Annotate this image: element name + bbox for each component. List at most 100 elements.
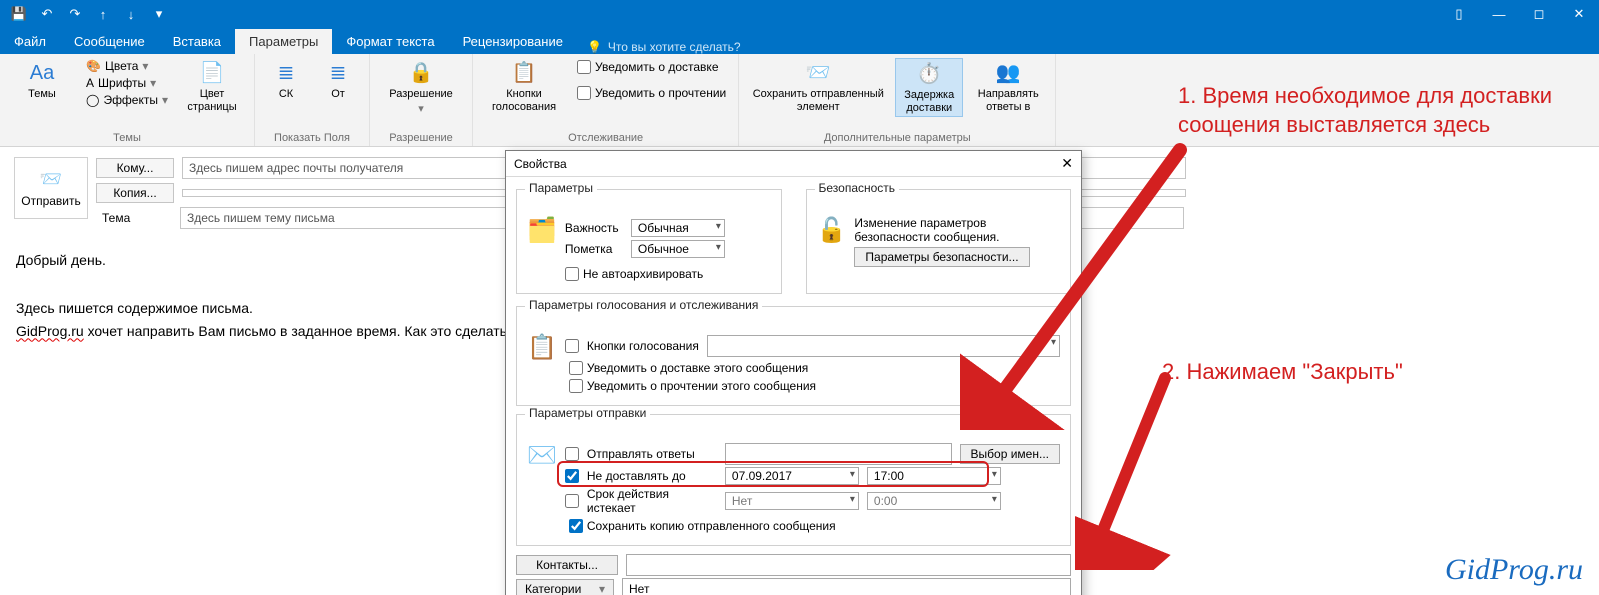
categories-button[interactable]: Категории▾ xyxy=(516,579,614,595)
theme-fonts[interactable]: AШрифты ▾ xyxy=(82,75,172,91)
fieldset-params: Параметры 🗂️ ВажностьОбычная ПометкаОбыч… xyxy=(516,189,782,294)
tab-format[interactable]: Формат текста xyxy=(332,29,448,54)
ribbon-tabs: Файл Сообщение Вставка Параметры Формат … xyxy=(0,28,1599,54)
expire-check[interactable] xyxy=(565,494,579,508)
bcc-button[interactable]: ≣СК xyxy=(263,58,309,103)
direct-replies-button[interactable]: 👥Направлять ответы в xyxy=(969,58,1047,115)
annotation-2: 2. Нажимаем "Закрыть" xyxy=(1162,358,1403,387)
contacts-button[interactable]: Контакты... xyxy=(516,555,618,575)
undo-icon[interactable]: ↶ xyxy=(34,2,60,26)
fieldset-send-options: Параметры отправки ✉️ Отправлять ответыВ… xyxy=(516,414,1071,546)
group-show-fields: ≣СК ≣От Показать Поля xyxy=(255,54,370,146)
defer-row: Не доставлять до 07.09.2017 17:00 xyxy=(565,467,1060,485)
fonts-icon: A xyxy=(86,76,94,90)
group-label-themes: Темы xyxy=(8,130,246,144)
pick-names-button[interactable]: Выбор имен... xyxy=(960,444,1060,464)
quick-access-toolbar: 💾 ↶ ↷ ↑ ↓ ▾ xyxy=(0,2,172,26)
vote-icon: 📋 xyxy=(509,60,539,86)
voting-buttons[interactable]: 📋Кнопки голосования xyxy=(481,58,567,115)
themes-icon: Aa xyxy=(27,60,57,86)
qat-disabled-down: ↓ xyxy=(118,2,144,26)
tell-me[interactable]: 💡Что вы хотите сделать? xyxy=(577,40,751,54)
voting-icon: 📋 xyxy=(527,333,557,395)
fieldset-voting: Параметры голосования и отслеживания 📋 К… xyxy=(516,306,1071,406)
dialog-close-icon[interactable]: ✕ xyxy=(1061,155,1073,172)
maximize-icon[interactable]: ◻ xyxy=(1519,0,1559,28)
arrow-2 xyxy=(1075,370,1235,570)
security-icon: 🔓 xyxy=(817,216,847,245)
sensitivity-label: Пометка xyxy=(565,242,625,256)
voting-label: Кнопки голосования xyxy=(587,339,699,353)
close-window-icon[interactable]: ✕ xyxy=(1559,0,1599,28)
from-icon: ≣ xyxy=(323,60,353,86)
defer-date-select[interactable]: 07.09.2017 xyxy=(725,467,859,485)
qat-disabled-up: ↑ xyxy=(90,2,116,26)
expire-label: Срок действия истекает xyxy=(587,487,717,515)
dialog-title: Свойства xyxy=(514,157,567,171)
importance-select[interactable]: Обычная xyxy=(631,219,725,237)
voting-input[interactable] xyxy=(707,335,1060,357)
read-notify[interactable]: Уведомить о прочтении этого сообщения xyxy=(565,377,1060,395)
fieldset-security: Безопасность 🔓 Изменение параметров безо… xyxy=(806,189,1072,294)
sensitivity-select[interactable]: Обычное xyxy=(631,240,725,258)
reply-to-input[interactable] xyxy=(725,443,952,465)
theme-effects[interactable]: ◯Эффекты ▾ xyxy=(82,92,172,108)
palette-icon: 🎨 xyxy=(86,59,101,73)
group-label-showfields: Показать Поля xyxy=(263,130,361,144)
minimize-icon[interactable]: — xyxy=(1479,0,1519,28)
tab-file[interactable]: Файл xyxy=(0,29,60,54)
themes-button[interactable]: AaТемы xyxy=(8,58,76,103)
lock-icon: 🔒 xyxy=(406,60,436,86)
save-sent-button[interactable]: 📨Сохранить отправленный элемент xyxy=(747,58,889,115)
titlebar: 💾 ↶ ↷ ↑ ↓ ▾ ▯ — ◻ ✕ xyxy=(0,0,1599,28)
from-button[interactable]: ≣От xyxy=(315,58,361,103)
group-label-permission: Разрешение xyxy=(378,130,464,144)
delay-icon: ⏱️ xyxy=(914,61,944,87)
defer-time-select[interactable]: 17:00 xyxy=(867,467,1001,485)
subject-label: Тема xyxy=(96,209,172,227)
tab-insert[interactable]: Вставка xyxy=(159,29,235,54)
no-autoarchive[interactable]: Не автоархивировать xyxy=(561,265,771,283)
window-controls: ▯ — ◻ ✕ xyxy=(1439,0,1599,28)
security-settings-button[interactable]: Параметры безопасности... xyxy=(854,247,1029,267)
send-button[interactable]: 📨 Отправить xyxy=(14,157,88,219)
reply-to-label: Отправлять ответы xyxy=(587,447,717,461)
defer-label: Не доставлять до xyxy=(587,469,717,483)
tab-options[interactable]: Параметры xyxy=(235,29,332,54)
expire-date-select[interactable]: Нет xyxy=(725,492,859,510)
tab-message[interactable]: Сообщение xyxy=(60,29,159,54)
ribbon-options-icon[interactable]: ▯ xyxy=(1439,0,1479,28)
to-button[interactable]: Кому... xyxy=(96,158,174,178)
legend-voting: Параметры голосования и отслеживания xyxy=(525,298,762,312)
bcc-icon: ≣ xyxy=(271,60,301,86)
delivery-notify[interactable]: Уведомить о доставке этого сообщения xyxy=(565,359,1060,377)
defer-check[interactable] xyxy=(565,469,579,483)
delivery-receipt[interactable]: Уведомить о доставке xyxy=(573,58,730,76)
watermark-logo: GidProg.ru xyxy=(1445,553,1583,587)
cc-button[interactable]: Копия... xyxy=(96,183,174,203)
reply-to-check[interactable] xyxy=(565,447,579,461)
group-tracking: 📋Кнопки голосования Уведомить о доставке… xyxy=(473,54,739,146)
categories-value: Нет xyxy=(622,578,1071,595)
theme-colors[interactable]: 🎨Цвета ▾ xyxy=(82,58,172,74)
page-color-icon: 📄 xyxy=(197,60,227,86)
contacts-input[interactable] xyxy=(626,554,1071,576)
read-receipt[interactable]: Уведомить о прочтении xyxy=(573,84,730,102)
redo-icon[interactable]: ↷ xyxy=(62,2,88,26)
properties-dialog: Свойства ✕ Параметры 🗂️ ВажностьОбычная … xyxy=(505,150,1082,595)
expire-time-select[interactable]: 0:00 xyxy=(867,492,1001,510)
voting-check[interactable] xyxy=(565,339,579,353)
direct-replies-icon: 👥 xyxy=(993,60,1023,86)
save-icon[interactable]: 💾 xyxy=(6,2,32,26)
bulb-icon: 💡 xyxy=(587,40,602,54)
page-color-button[interactable]: 📄Цвет страницы xyxy=(178,58,246,115)
permission-button[interactable]: 🔒Разрешение▾ xyxy=(378,58,464,117)
delay-delivery-button[interactable]: ⏱️Задержка доставки xyxy=(895,58,963,117)
save-copy[interactable]: Сохранить копию отправленного сообщения xyxy=(565,517,1060,535)
qat-customize-icon[interactable]: ▾ xyxy=(146,2,172,26)
send-options-icon: ✉️ xyxy=(527,441,557,535)
params-icon: 🗂️ xyxy=(527,216,557,261)
tab-review[interactable]: Рецензирование xyxy=(449,29,577,54)
group-permission: 🔒Разрешение▾ Разрешение xyxy=(370,54,473,146)
save-sent-icon: 📨 xyxy=(803,60,833,86)
